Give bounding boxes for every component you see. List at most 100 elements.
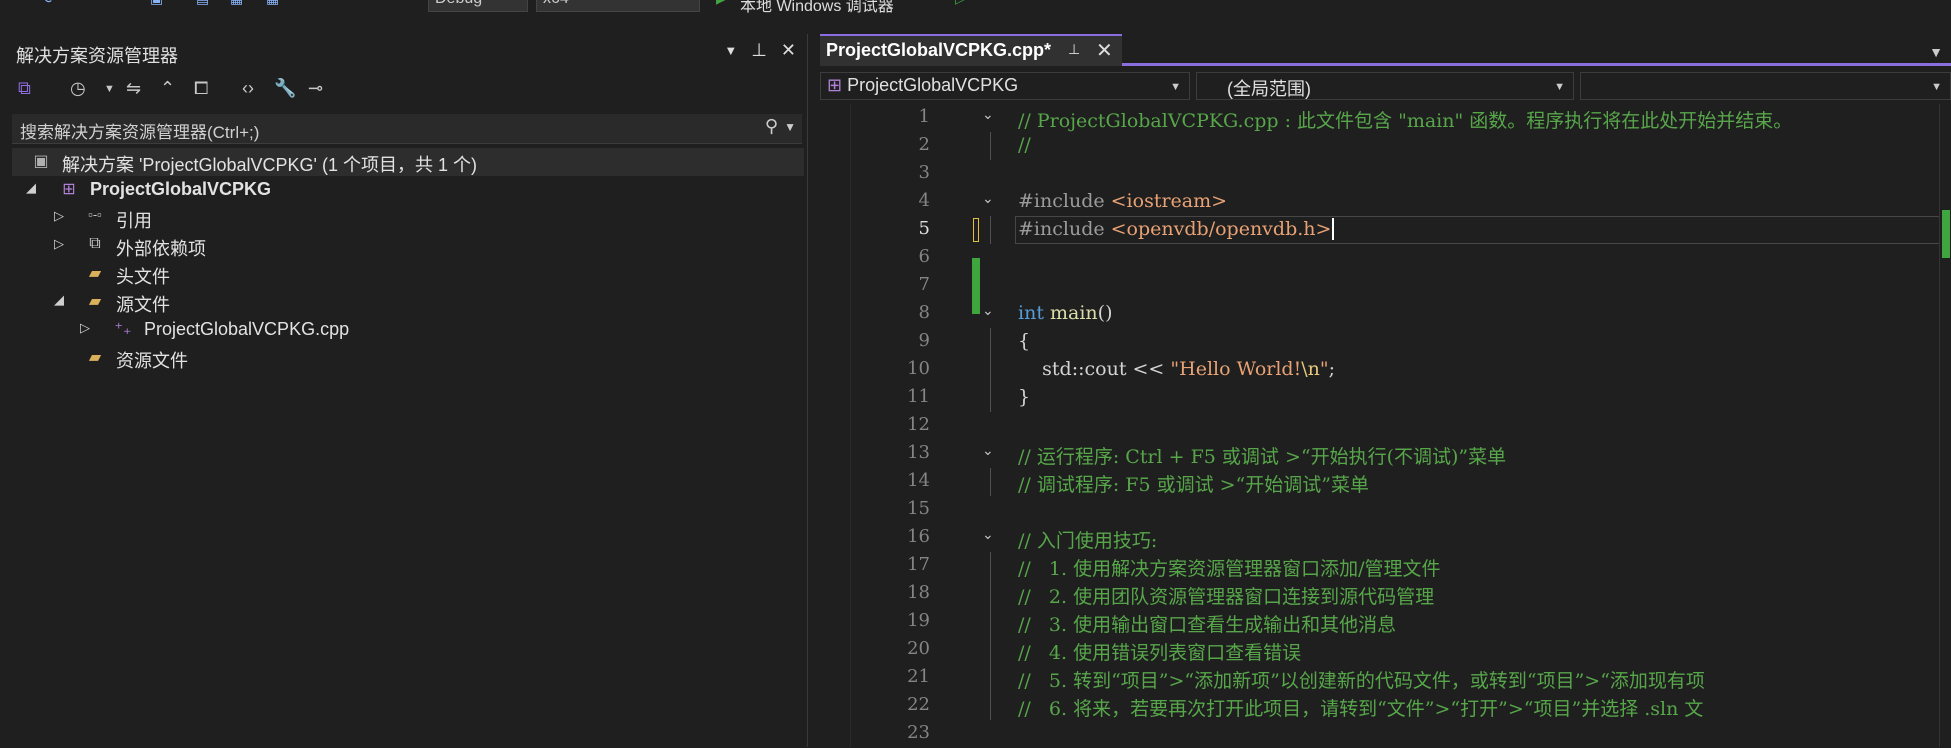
solution-explorer-titlebar: 解决方案资源管理器 ▼ ⊥ ✕ — [0, 34, 808, 70]
fold-chevron-icon[interactable]: ⌄ — [982, 526, 994, 543]
indent-guide — [990, 328, 991, 356]
cpp-project-icon: ⊞ — [62, 181, 76, 198]
line-number: 14 — [907, 470, 930, 491]
search-icon[interactable]: ⚲ — [765, 116, 778, 137]
line-number: 9 — [918, 330, 930, 351]
line-number: 1 — [918, 106, 930, 127]
indent-guide — [990, 580, 991, 608]
line-number: 20 — [907, 638, 930, 659]
code-line: // 1. 使用解决方案资源管理器窗口添加/管理文件 — [1018, 558, 1441, 580]
include-path: <iostream> — [1110, 190, 1228, 212]
line-number: 16 — [907, 526, 930, 547]
start-without-debug-icon[interactable]: ▷ — [955, 0, 973, 10]
tree-item-project[interactable]: ◢ ⊞ ProjectGlobalVCPKG — [12, 176, 804, 204]
code-area[interactable]: 1 ⌄ // ProjectGlobalVCPKG.cpp : 此文件包含 "mai… — [820, 104, 1951, 747]
close-tab-icon[interactable]: ✕ — [1096, 38, 1113, 63]
code-line: // 2. 使用团队资源管理器窗口连接到源代码管理 — [1018, 586, 1435, 608]
view-code-icon[interactable]: ‹› — [242, 78, 254, 99]
tree-item-references[interactable]: ▷ ▫-▫ 引用 — [12, 204, 804, 232]
new-project-icon[interactable]: ▣ — [150, 0, 168, 10]
project-dropdown[interactable]: ⊞ ProjectGlobalVCPKG ▼ — [820, 72, 1190, 100]
tree-item-label: 引用 — [116, 211, 152, 231]
code-line: #include <iostream> — [1018, 190, 1227, 212]
redo-icon[interactable]: ⟳ — [44, 0, 62, 10]
pin-icon[interactable]: ⊥ — [751, 40, 767, 61]
code-line: int main() — [1018, 302, 1112, 324]
pin-icon[interactable]: ⊥ — [1068, 41, 1080, 58]
tree-item-source-files[interactable]: ◢ ▰ 源文件 — [12, 288, 804, 316]
change-marker — [1942, 210, 1950, 258]
save-all-icon[interactable]: ▦ — [266, 0, 284, 10]
fold-chevron-icon[interactable]: ⌄ — [982, 190, 994, 207]
collapsed-arrow-icon[interactable]: ▷ — [54, 236, 64, 252]
tree-item-solution[interactable]: ▣ 解决方案 'ProjectGlobalVCPKG' (1 个项目，共 1 个… — [12, 148, 804, 176]
tree-item-external-dependencies[interactable]: ▷ ⧉ 外部依赖项 — [12, 232, 804, 260]
line-number: 7 — [918, 274, 930, 295]
tree-item-label: ProjectGlobalVCPKG.cpp — [144, 319, 350, 339]
line-number: 19 — [907, 610, 930, 631]
breakpoint-margin-caret — [973, 218, 979, 242]
keyword-token: int — [1018, 302, 1044, 324]
line-number: 5 — [918, 218, 930, 239]
line-number: 11 — [907, 386, 930, 407]
include-path: <openvdb/openvdb.h> — [1110, 218, 1332, 240]
scope-dropdown[interactable]: (全局范围) ▼ — [1196, 72, 1574, 100]
solution-explorer-search[interactable]: 搜索解决方案资源管理器(Ctrl+;) ⚲ ▼ — [12, 114, 802, 144]
sync-with-document-icon[interactable]: ⇋ — [126, 78, 141, 99]
save-icon[interactable]: ▦ — [230, 0, 248, 10]
document-tabs: ProjectGlobalVCPKG.cpp* ⊥ ✕ ▼ — [820, 34, 1951, 66]
search-input[interactable]: 搜索解决方案资源管理器(Ctrl+;) — [20, 118, 259, 143]
tab-projectglobalvcpkg-cpp[interactable]: ProjectGlobalVCPKG.cpp* ⊥ ✕ — [820, 34, 1122, 66]
code-line: // 调试程序: F5 或调试 >“开始调试”菜单 — [1018, 474, 1369, 496]
solution-icon: ▣ — [33, 153, 49, 170]
collapsed-arrow-icon[interactable]: ▷ — [54, 208, 64, 224]
cpp-file-icon: ⁺₊ — [114, 321, 132, 338]
properties-wrench-icon[interactable]: 🔧 — [274, 78, 296, 99]
external-dependencies-icon: ⧉ — [89, 235, 101, 252]
line-number: 18 — [907, 582, 930, 603]
code-line: { — [1018, 330, 1031, 352]
chevron-down-icon: ▼ — [1554, 81, 1565, 93]
tab-overflow-dropdown-icon[interactable]: ▼ — [1929, 44, 1943, 60]
tree-item-cpp-file[interactable]: ▷ ⁺₊ ProjectGlobalVCPKG.cpp — [12, 316, 804, 344]
line-number: 2 — [918, 134, 930, 155]
indent-guide — [990, 552, 991, 580]
search-options-dropdown-icon[interactable]: ▼ — [784, 120, 796, 134]
open-folder-icon[interactable]: ▤ — [196, 0, 214, 10]
run-debugger-button[interactable]: 本地 Windows 调试器 — [740, 0, 894, 14]
expanded-arrow-icon[interactable]: ◢ — [26, 180, 36, 196]
pending-changes-icon[interactable]: ◷ — [70, 78, 86, 99]
panel-title: 解决方案资源管理器 — [16, 46, 178, 66]
navigation-bar: ⊞ ProjectGlobalVCPKG ▼ (全局范围) ▼ ▼ — [820, 70, 1951, 102]
switch-views-icon[interactable]: ⧉ — [18, 78, 31, 99]
show-all-files-icon[interactable]: ⧠ — [194, 78, 208, 99]
pending-changes-dropdown-icon[interactable]: ▼ — [104, 83, 115, 95]
window-position-dropdown-icon[interactable]: ▼ — [724, 43, 737, 61]
tree-item-header-files[interactable]: ▰ 头文件 — [12, 260, 804, 288]
string-token: "Hello World! — [1170, 358, 1302, 380]
code-line: // 入门使用技巧: — [1018, 530, 1158, 552]
collapse-all-icon[interactable]: ⌃ — [160, 78, 175, 99]
fold-chevron-icon[interactable]: ⌄ — [982, 106, 994, 123]
tree-item-label: 资源文件 — [116, 351, 188, 371]
fold-chevron-icon[interactable]: ⌄ — [982, 302, 994, 319]
code-line: // 3. 使用输出窗口查看生成输出和其他消息 — [1018, 614, 1397, 636]
indent-guide — [990, 636, 991, 664]
expanded-arrow-icon[interactable]: ◢ — [54, 292, 64, 308]
escape-token: \n — [1301, 358, 1320, 380]
member-dropdown[interactable]: ▼ — [1580, 72, 1951, 100]
code-line: // — [1018, 134, 1031, 156]
run-icon[interactable]: ▶ — [716, 0, 734, 10]
platform-dropdown[interactable]: x64 — [536, 0, 700, 12]
tree-item-label: 外部依赖项 — [116, 239, 206, 259]
code-line: // 4. 使用错误列表窗口查看错误 — [1018, 642, 1302, 664]
line-number: 13 — [907, 442, 930, 463]
collapsed-arrow-icon[interactable]: ▷ — [80, 320, 90, 336]
fold-chevron-icon[interactable]: ⌄ — [982, 442, 994, 459]
config-dropdown[interactable]: Debug — [428, 0, 528, 12]
tree-item-resource-files[interactable]: ▰ 资源文件 — [12, 344, 804, 372]
close-icon[interactable]: ✕ — [781, 40, 796, 61]
preview-selected-icon[interactable]: ⊸ — [308, 78, 323, 99]
code-line: // 运行程序: Ctrl + F5 或调试 >“开始执行(不调试)”菜单 — [1018, 446, 1507, 468]
vertical-scrollbar[interactable] — [1939, 104, 1951, 747]
